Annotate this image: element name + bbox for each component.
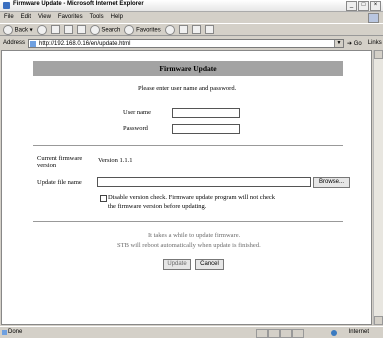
menu-bar: File Edit View Favorites Tools Help xyxy=(0,12,383,23)
minimize-button[interactable]: _ xyxy=(346,1,357,11)
address-dropdown-icon[interactable]: ▼ xyxy=(334,39,344,47)
print-button[interactable] xyxy=(191,25,201,34)
browser-window: Firmware Update - Microsoft Internet Exp… xyxy=(0,0,383,338)
standard-toolbar: Back ▾ Search Favorites xyxy=(0,23,383,36)
divider-top xyxy=(33,145,343,146)
window-title: Firmware Update - Microsoft Internet Exp… xyxy=(13,1,144,7)
address-label: Address xyxy=(3,40,26,46)
scroll-down-arrow-icon[interactable] xyxy=(374,316,383,325)
menu-file[interactable]: File xyxy=(4,12,14,22)
disable-check-text-line1: Disable version check. Firmware update p… xyxy=(108,194,275,201)
disable-check-text-line2: the firmware version before updating. xyxy=(108,203,207,210)
address-input[interactable]: http://192.168.0.16/en/update.html ▼ xyxy=(28,38,345,48)
current-firmware-label: Current firmware version xyxy=(37,155,82,169)
favorites-label: Favorites xyxy=(136,27,161,34)
menu-tools[interactable]: Tools xyxy=(90,12,104,22)
maximize-button[interactable]: □ xyxy=(358,1,369,11)
update-note-2: STB will reboot automatically when updat… xyxy=(117,242,261,249)
username-input[interactable] xyxy=(172,108,240,118)
internet-zone-icon xyxy=(331,330,337,336)
menu-favorites[interactable]: Favorites xyxy=(58,12,83,22)
current-firmware-value: Version 1.1.1 xyxy=(98,157,133,164)
go-button[interactable]: ➔ Go xyxy=(347,40,362,47)
windows-logo-icon xyxy=(368,13,379,23)
links-button[interactable]: Links xyxy=(368,40,382,46)
update-button[interactable]: Update xyxy=(163,259,191,270)
menu-help[interactable]: Help xyxy=(111,12,123,22)
menu-edit[interactable]: Edit xyxy=(21,12,31,22)
page-icon xyxy=(30,40,37,47)
disable-version-check-label: Disable version check. Firmware update p… xyxy=(108,193,275,211)
search-icon xyxy=(89,24,100,35)
history-button[interactable] xyxy=(164,24,175,35)
username-label: User name xyxy=(123,109,151,116)
update-file-label: Update file name xyxy=(37,179,82,186)
vertical-scrollbar[interactable] xyxy=(373,50,383,325)
browse-button[interactable]: Browse... xyxy=(313,177,350,188)
refresh-button[interactable] xyxy=(63,25,73,34)
current-firmware-label-line2: version xyxy=(37,162,57,169)
cancel-button[interactable]: Cancel xyxy=(195,259,224,270)
status-bar: Done Internet xyxy=(0,326,383,338)
page-content: Firmware Update Please enter user name a… xyxy=(1,50,372,325)
edit-button[interactable] xyxy=(204,25,214,34)
star-icon xyxy=(124,24,135,35)
favorites-button[interactable]: Favorites xyxy=(124,24,161,35)
back-button[interactable]: Back ▾ xyxy=(3,24,33,35)
current-firmware-label-line1: Current firmware xyxy=(37,155,83,162)
back-label: Back xyxy=(14,27,29,34)
status-text: Done xyxy=(8,329,23,335)
forward-button[interactable] xyxy=(36,24,47,35)
password-label: Password xyxy=(123,125,148,132)
search-button[interactable]: Search xyxy=(89,24,121,35)
page-header: Firmware Update xyxy=(33,61,343,76)
divider-bottom xyxy=(33,221,343,222)
update-note-1: It takes a while to update firmware. xyxy=(148,232,241,239)
menu-view[interactable]: View xyxy=(38,12,51,22)
title-bar[interactable]: Firmware Update - Microsoft Internet Exp… xyxy=(0,0,383,12)
page-done-icon xyxy=(2,330,7,335)
search-label: Search xyxy=(101,27,121,34)
address-bar: Address http://192.168.0.16/en/update.ht… xyxy=(0,37,383,49)
back-arrow-icon xyxy=(3,24,13,35)
stop-button[interactable] xyxy=(50,25,60,34)
password-input[interactable] xyxy=(172,124,240,134)
login-prompt: Please enter user name and password. xyxy=(138,85,237,92)
ie-icon xyxy=(3,2,10,9)
mail-button[interactable] xyxy=(178,25,188,34)
go-label: Go xyxy=(353,40,362,47)
disable-version-check-checkbox[interactable] xyxy=(100,195,107,202)
scroll-up-arrow-icon[interactable] xyxy=(374,50,383,59)
security-zone-label: Internet xyxy=(348,329,369,335)
update-file-input[interactable] xyxy=(97,177,311,187)
close-button[interactable]: × xyxy=(370,1,381,11)
url-text: http://192.168.0.16/en/update.html xyxy=(39,40,131,47)
home-button[interactable] xyxy=(76,25,86,34)
